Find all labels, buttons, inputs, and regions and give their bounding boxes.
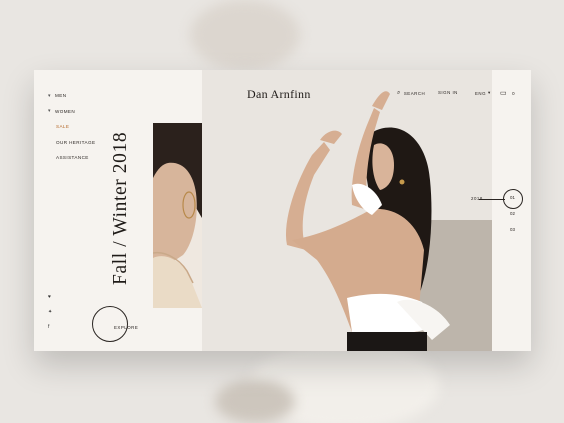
cart-count: 0: [512, 90, 516, 96]
slide-dot-3[interactable]: 03: [510, 227, 515, 232]
year-divider: [479, 199, 505, 200]
twitter-icon[interactable]: ✦: [48, 309, 52, 324]
search-label: SEARCH: [403, 91, 426, 96]
nav-item-label: WOMEN: [55, 108, 76, 114]
nav-item-assistance[interactable]: ASSISTANCE: [48, 150, 95, 166]
nav-item-our-heritage[interactable]: OUR HERITAGE: [48, 135, 95, 151]
nav-item-label: OUR HERITAGE: [56, 139, 96, 145]
main-nav: ▾ MEN ▾ WOMEN SALE OUR HERITAGE ASSISTAN…: [48, 88, 95, 166]
chevron-down-icon: ▾: [48, 108, 51, 115]
brand-logo[interactable]: Dan Arnfinn: [247, 87, 311, 102]
search-icon: ⌕: [397, 90, 401, 96]
hero-title: Fall / Winter 2018: [110, 131, 131, 285]
facebook-icon[interactable]: f: [48, 324, 52, 339]
nav-item-label: MEN: [55, 93, 67, 99]
bag-icon: ▭: [500, 90, 508, 97]
search-button[interactable]: ⌕ SEARCH: [397, 90, 425, 97]
nav-item-women[interactable]: ▾ WOMEN: [48, 104, 95, 120]
social-links: ♥ ✦ f: [48, 294, 52, 339]
nav-item-label: SALE: [56, 124, 70, 130]
top-header: Dan Arnfinn ⌕ SEARCH SIGN IN ENG ▾: [202, 70, 531, 114]
language-select[interactable]: ENG ▾: [475, 90, 491, 96]
language-label: ENG: [475, 90, 487, 96]
page-frame: ▾ MEN ▾ WOMEN SALE OUR HERITAGE ASSISTAN…: [34, 70, 531, 351]
explore-button[interactable]: EXPLORE: [114, 325, 138, 330]
chevron-down-icon: ▾: [488, 90, 491, 95]
cart-button[interactable]: ▭ 0: [500, 89, 515, 97]
nav-item-sale[interactable]: SALE: [48, 119, 95, 135]
signin-button[interactable]: SIGN IN: [438, 90, 458, 95]
nav-item-men[interactable]: ▾ MEN: [48, 88, 95, 104]
slide-dot-2[interactable]: 02: [510, 211, 515, 216]
explore-circle[interactable]: [92, 306, 128, 342]
nav-item-label: ASSISTANCE: [56, 155, 89, 161]
side-photo: [153, 123, 202, 308]
pinterest-icon[interactable]: ♥: [48, 294, 52, 309]
slide-dot-1[interactable]: 01: [510, 195, 515, 200]
chevron-down-icon: ▾: [48, 92, 51, 99]
